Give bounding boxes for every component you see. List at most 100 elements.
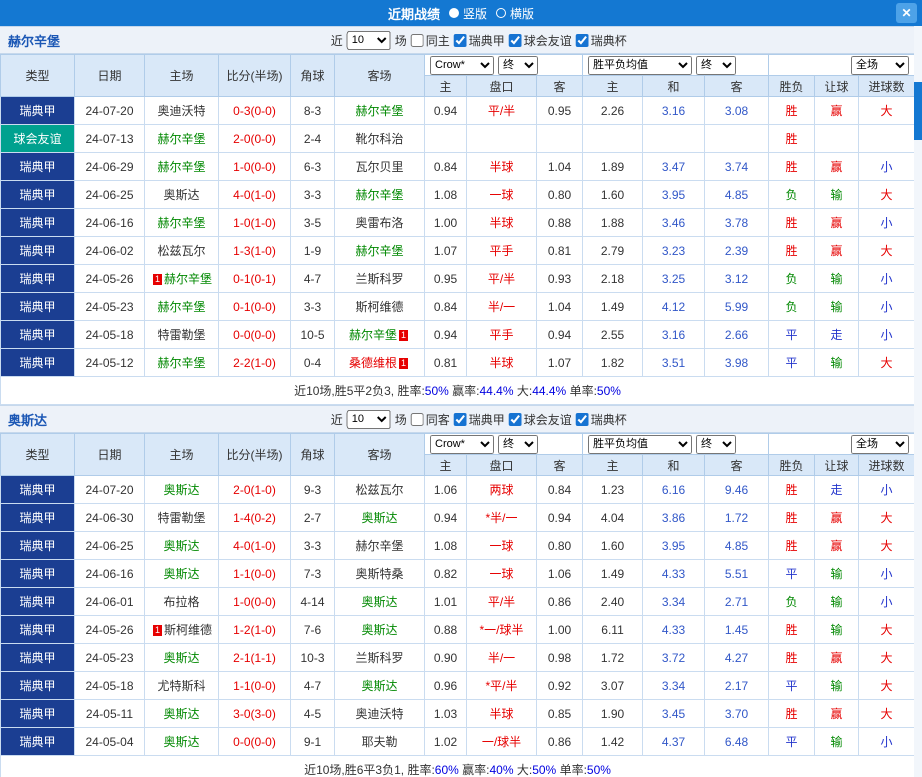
league-checkbox-input[interactable] (453, 33, 467, 47)
avg-away-cell: 3.08 (704, 96, 770, 125)
scrollbar-thumb[interactable] (914, 82, 922, 140)
summary-text: 50% (424, 384, 449, 398)
team-name-text: 奥斯达 (361, 623, 398, 637)
date-cell: 24-07-20 (74, 96, 145, 125)
recent-count-select[interactable]: 10 (346, 409, 391, 429)
avg-away-cell: 6.48 (704, 727, 770, 756)
away-team-cell: 斯柯维德 (334, 292, 425, 321)
match-row: 瑞典甲 24-06-25 奥斯达 4-0(1-0) 3-3 赫尔辛堡 1.08 一球 0.80 1… (0, 180, 916, 209)
avg-home-cell: 4.04 (582, 503, 644, 532)
date-cell: 24-06-29 (74, 152, 145, 181)
date-cell: 24-05-26 (74, 264, 145, 293)
odds-away-cell: 1.00 (535, 615, 584, 644)
corners-cell: 3-3 (290, 531, 335, 560)
avg-away-cell: 4.27 (704, 643, 770, 672)
avg-select[interactable]: 胜平负均值 (588, 55, 693, 75)
home-team-cell: 特雷勒堡 (144, 503, 219, 532)
filter-league-checkbox[interactable]: 瑞典杯 (575, 411, 627, 428)
away-team-cell: 赫尔辛堡 (334, 236, 425, 265)
odds-source-select[interactable]: Crow* (430, 434, 494, 454)
odds-source-select[interactable]: Crow* (430, 55, 494, 75)
odds-home-cell: 0.82 (424, 559, 467, 588)
home-team-cell: 布拉格 (144, 587, 219, 616)
filter-league-checkbox[interactable]: 球会友谊 (508, 32, 572, 49)
avg-home-cell: 1.90 (582, 699, 644, 728)
avg-draw-cell: 4.37 (642, 727, 706, 756)
handicap-line-cell: 两球 (466, 475, 537, 504)
league-checkbox-input[interactable] (575, 412, 589, 426)
date-cell: 24-05-11 (74, 699, 145, 728)
avg-final-select[interactable]: 终 (696, 434, 737, 454)
avg-home-cell: 2.18 (582, 264, 644, 293)
radio-vertical[interactable]: 竖版 (448, 5, 487, 22)
odds-final-select[interactable]: 终 (498, 434, 538, 454)
radio-horizontal[interactable]: 横版 (496, 5, 534, 22)
result-cell: 平 (768, 727, 816, 756)
avg-select[interactable]: 胜平负均值 (588, 434, 693, 454)
recent-count-select[interactable]: 10 (346, 30, 391, 50)
filter-league-label: 瑞典杯 (590, 33, 627, 48)
result-cell: 胜 (768, 96, 816, 125)
team-name-text: 桑德维根 (348, 356, 397, 370)
avg-draw-cell: 3.46 (642, 208, 706, 237)
away-team-cell: 奥斯特桑 (334, 559, 425, 588)
match-row: 瑞典甲 24-06-29 赫尔辛堡 1-0(0-0) 6-3 瓦尔贝里 0.84 半球 1.04… (0, 152, 916, 181)
filter-same-checkbox[interactable]: 同主 (410, 32, 450, 49)
handicap-line-cell: *半/一 (466, 503, 537, 532)
avg-draw-cell: 3.47 (642, 152, 706, 181)
summary-text: 单率: (566, 384, 597, 398)
subheader-avg-away: 客 (704, 75, 770, 97)
odds-final-select[interactable]: 终 (498, 55, 538, 75)
league-checkbox-input[interactable] (453, 412, 467, 426)
scope-select[interactable]: 全场 (851, 55, 910, 75)
league-cell: 瑞典甲 (0, 180, 75, 209)
filter-league-label: 瑞典甲 (468, 33, 505, 48)
filter-league-checkbox[interactable]: 瑞典甲 (453, 411, 505, 428)
corners-cell: 6-3 (290, 152, 335, 181)
league-cell: 瑞典甲 (0, 503, 75, 532)
avg-home-cell: 1.49 (582, 559, 644, 588)
score-cell: 4-0(1-0) (218, 180, 291, 209)
away-team-cell: 奥雷布洛 (334, 208, 425, 237)
score-cell: 2-0(0-0) (218, 124, 291, 153)
result-cell: 平 (768, 559, 816, 588)
score-cell: 0-3(0-0) (218, 96, 291, 125)
date-cell: 24-06-25 (74, 180, 145, 209)
team-name-text: 赫尔辛堡 (355, 188, 404, 202)
handicap-line-cell: 一球 (466, 180, 537, 209)
home-team-cell: 赫尔辛堡 (144, 348, 219, 377)
team-name-text: 兰斯科罗 (355, 651, 404, 665)
team-name-text: 奥迪沃特 (157, 104, 206, 118)
scope-select[interactable]: 全场 (851, 434, 910, 454)
goals-cell (858, 124, 916, 153)
result-cell: 负 (768, 587, 816, 616)
avg-away-cell (704, 124, 770, 153)
matches-table: 类型 日期 主场 比分(半场) 角球 客场 Crow* 终胜平负均值终全场主盘口客主和客胜负让… (0, 433, 916, 777)
avg-away-cell: 3.98 (704, 348, 770, 377)
league-checkbox-input[interactable] (508, 412, 522, 426)
filter-league-checkbox[interactable]: 瑞典甲 (453, 32, 505, 49)
handicap-result-cell: 输 (814, 587, 860, 616)
close-button[interactable]: ✕ (896, 3, 917, 23)
section-team-title: 奥斯达 (8, 412, 48, 428)
same-checkbox-input[interactable] (410, 412, 424, 426)
filter-league-checkbox[interactable]: 瑞典杯 (575, 32, 627, 49)
avg-draw-cell: 3.45 (642, 699, 706, 728)
scrollbar[interactable] (914, 26, 922, 777)
filter-same-checkbox[interactable]: 同客 (410, 411, 450, 428)
avg-away-cell: 2.17 (704, 671, 770, 700)
league-checkbox-input[interactable] (575, 33, 589, 47)
team-name-text: 赫尔辛堡 (163, 272, 212, 286)
avg-home-cell: 2.55 (582, 320, 644, 349)
league-cell: 瑞典甲 (0, 727, 75, 756)
filter-league-checkbox[interactable]: 球会友谊 (508, 411, 572, 428)
avg-home-cell: 1.23 (582, 475, 644, 504)
league-checkbox-input[interactable] (508, 33, 522, 47)
result-cell: 胜 (768, 531, 816, 560)
away-team-cell: 兰斯科罗 (334, 643, 425, 672)
away-team-cell: 奥斯达 (334, 671, 425, 700)
home-team-cell: 奥斯达 (144, 643, 219, 672)
avg-away-cell: 5.99 (704, 292, 770, 321)
same-checkbox-input[interactable] (410, 33, 424, 47)
avg-final-select[interactable]: 终 (696, 55, 737, 75)
